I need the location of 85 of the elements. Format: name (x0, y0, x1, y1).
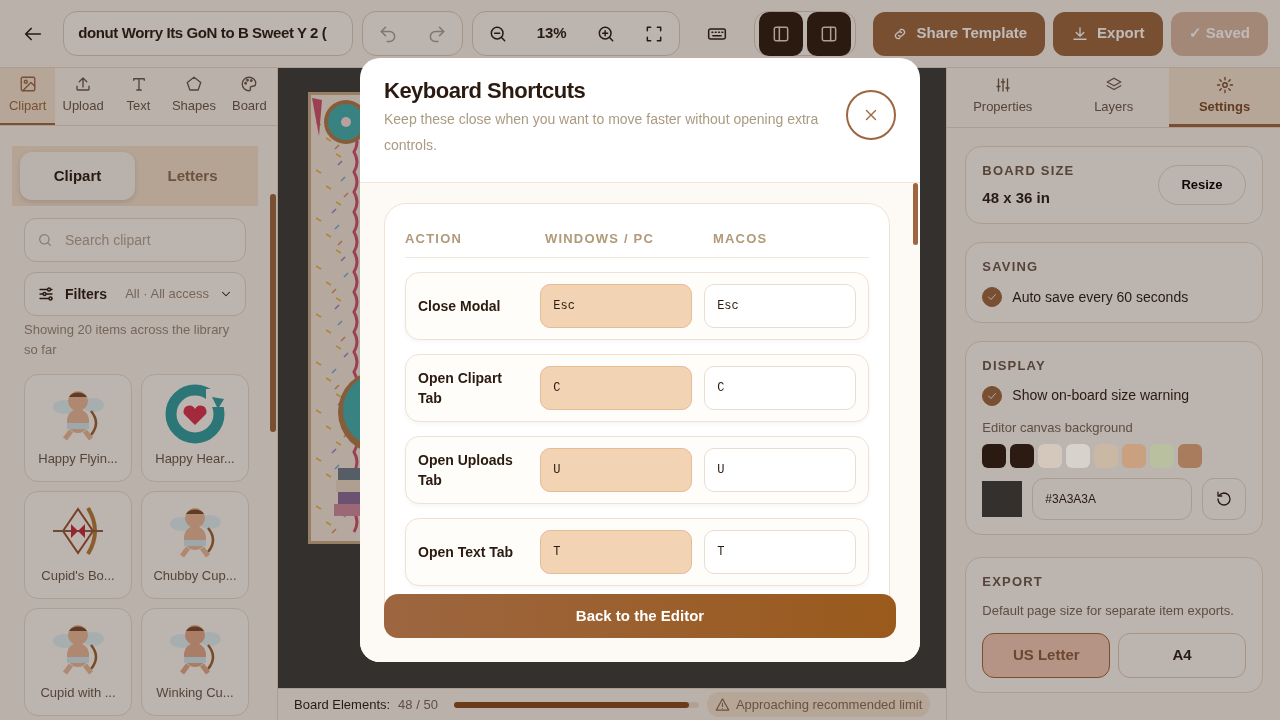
search-icon (37, 232, 53, 248)
download-icon (1071, 24, 1090, 43)
right-panel-toggle[interactable] (806, 11, 851, 56)
scrollbar-thumb[interactable] (270, 194, 276, 432)
action-label: Close Modal (418, 297, 502, 317)
image-icon (18, 75, 37, 94)
shortcut-key: T (540, 530, 693, 575)
color-swatch[interactable] (1010, 443, 1035, 468)
sidebar-tab[interactable]: Board (221, 68, 278, 125)
reset-icon (1215, 489, 1233, 508)
clipart-card[interactable]: Chubby Cup... (141, 491, 249, 599)
color-swatch[interactable] (982, 443, 1007, 468)
element-count: 48 / 50 (398, 695, 438, 714)
settings-icon (1215, 75, 1234, 94)
swatch-label: Editor canvas background (982, 419, 1134, 437)
sliders-icon (37, 285, 55, 303)
sidebar-tab[interactable]: Clipart (0, 68, 56, 125)
warning-text: Approaching recommended limit (735, 695, 923, 714)
clipart-card[interactable]: Happy Hear... (141, 374, 249, 482)
close-button[interactable] (846, 90, 896, 140)
sidebar-tab[interactable]: Text (110, 68, 167, 125)
upload-icon (74, 75, 93, 94)
clipart-card[interactable]: Happy Flyin... (24, 374, 132, 482)
board-size-value: 48 x 36 in (982, 187, 1051, 208)
checkbox-label: Auto save every 60 seconds (1012, 287, 1189, 307)
column-header: ACTION (405, 230, 464, 249)
column-header: MACOS (713, 230, 769, 249)
column-header: WINDOWS / PC (545, 230, 655, 249)
checkbox-label: Show on-board size warning (1012, 386, 1189, 405)
section-heading: DISPLAY (982, 356, 1047, 375)
shortcut-key: C (540, 366, 693, 411)
share-button[interactable]: Share Template (872, 11, 1046, 56)
search-box[interactable]: Search clipart (24, 218, 246, 262)
sliders-icon (993, 75, 1012, 94)
sidebar-tab[interactable]: Upload (55, 68, 111, 125)
segment-tab[interactable]: Clipart (20, 152, 135, 200)
checkbox[interactable] (982, 287, 1003, 307)
export-note: Default page size for separate item exports. (982, 602, 1235, 620)
hex-input-field[interactable]: #3A3A3A (1032, 477, 1192, 520)
pentagon-icon (184, 75, 203, 94)
shortcut-key: U (704, 448, 856, 493)
zoom-level: 13% (536, 23, 567, 44)
segment-tab[interactable]: Letters (135, 152, 250, 200)
back-to-editor-button[interactable]: Back to the Editor (384, 594, 896, 638)
section-heading: BOARD SIZE (982, 162, 1075, 180)
sidebar-tab[interactable]: Shapes (166, 68, 222, 125)
panel-tab[interactable]: Settings (1169, 68, 1280, 127)
color-swatch[interactable] (1038, 443, 1063, 468)
shortcut-key: Esc (704, 284, 856, 329)
clipart-card[interactable]: Cupid with ... (24, 608, 132, 716)
shortcut-key: U (540, 448, 693, 493)
color-swatch[interactable] (1122, 443, 1147, 468)
panel-tab[interactable]: Layers (1058, 68, 1170, 127)
reset-button[interactable] (1202, 477, 1246, 520)
resize-button[interactable]: Resize (1158, 165, 1246, 205)
section-heading: EXPORT (982, 572, 1044, 591)
color-preview[interactable] (982, 480, 1023, 517)
modal-subtitle: Keep these close when you want to move faster without opening extra controls. (384, 110, 820, 156)
filters-dropdown[interactable]: Filters All · All access (24, 272, 246, 316)
page-size-option[interactable]: A4 (1118, 632, 1246, 678)
clipart-card[interactable]: Cupid's Bo... (24, 491, 132, 599)
page-size-option[interactable]: US Letter (982, 632, 1111, 678)
check-icon (986, 291, 999, 303)
scrollbar-thumb[interactable] (913, 183, 918, 246)
shortcut-key: Esc (540, 284, 693, 329)
result-count: Showing 20 items across the library so far (24, 321, 231, 359)
export-button[interactable]: Export (1053, 11, 1163, 56)
modal-title: Keyboard Shortcuts (384, 78, 587, 105)
action-label: Open Uploads Tab (418, 451, 514, 491)
element-count-label: Board Elements: (294, 695, 391, 714)
title-field[interactable]: donut Worry Its GoN to B Sweet Y 2 ( (63, 11, 353, 56)
color-swatch[interactable] (1066, 443, 1091, 468)
warning-icon (714, 697, 730, 712)
shortcut-key: T (704, 530, 856, 575)
action-label: Open Clipart Tab (418, 369, 503, 409)
action-label: Open Text Tab (418, 543, 515, 563)
panel-tab[interactable]: Properties (947, 68, 1059, 127)
left-panel-toggle[interactable] (758, 11, 803, 56)
section-heading: SAVING (982, 258, 1040, 276)
shortcut-key: C (704, 366, 856, 411)
checkbox[interactable] (982, 385, 1003, 406)
clipart-card[interactable]: Winking Cu... (141, 608, 249, 716)
palette-icon (240, 75, 259, 94)
color-swatch[interactable] (1178, 443, 1203, 468)
search-field[interactable]: Search clipart (63, 228, 233, 252)
